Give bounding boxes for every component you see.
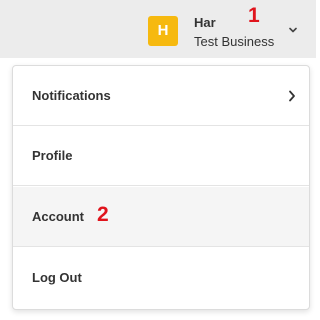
avatar: H — [148, 16, 178, 46]
menu-item-label: Profile — [32, 148, 73, 163]
menu-item-label: Log Out — [32, 270, 82, 285]
top-bar: H Har Test Business 1 — [0, 0, 316, 58]
business-name: Test Business — [194, 34, 275, 49]
menu-item-label: Account — [32, 209, 84, 224]
account-dropdown-menu: Notifications Profile Account Log Out — [12, 65, 310, 310]
menu-item-notifications[interactable]: Notifications — [13, 66, 309, 126]
menu-item-profile[interactable]: Profile — [13, 126, 309, 186]
annotation-number-2: 2 — [97, 203, 109, 226]
menu-item-account[interactable]: Account — [13, 187, 309, 247]
chevron-down-icon[interactable] — [289, 26, 297, 34]
user-name: Har — [194, 15, 216, 30]
annotation-number-1: 1 — [248, 4, 260, 27]
menu-item-log-out[interactable]: Log Out — [13, 248, 309, 308]
chevron-right-icon — [289, 90, 295, 102]
account-switcher-button[interactable]: H Har Test Business 1 — [140, 4, 316, 54]
menu-item-label: Notifications — [32, 88, 111, 103]
